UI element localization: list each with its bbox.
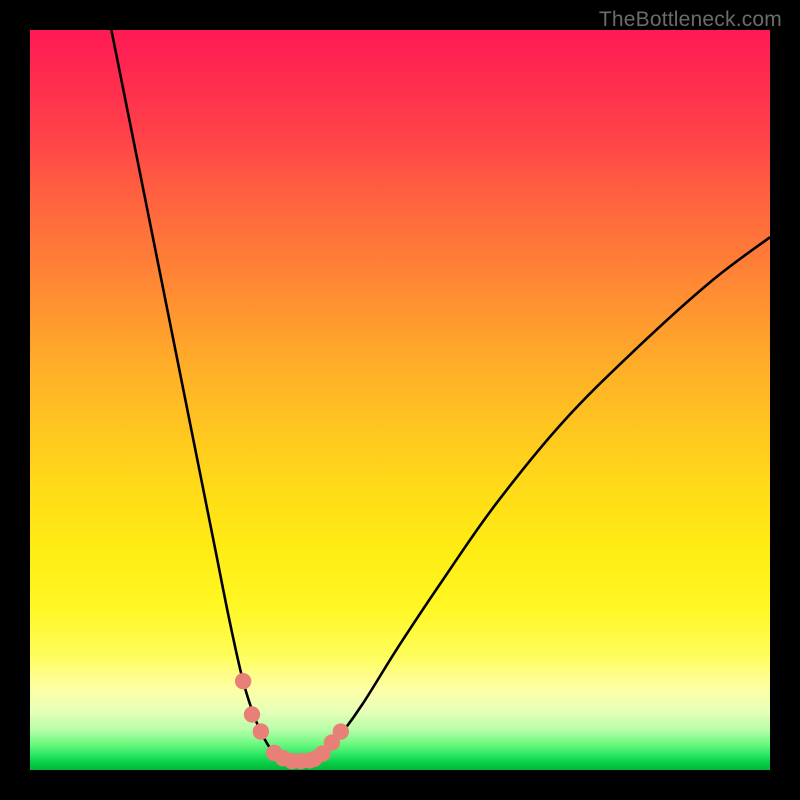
left-curve <box>111 30 281 760</box>
basin-marker <box>253 723 269 739</box>
watermark-text: TheBottleneck.com <box>599 8 782 32</box>
plot-area <box>30 30 770 770</box>
basin-markers <box>235 673 349 769</box>
curve-group <box>111 30 770 760</box>
basin-marker <box>244 706 260 722</box>
right-curve <box>315 237 770 759</box>
chart-frame: TheBottleneck.com <box>0 0 800 800</box>
basin-marker <box>333 723 349 739</box>
basin-marker <box>235 673 251 689</box>
chart-svg <box>30 30 770 770</box>
